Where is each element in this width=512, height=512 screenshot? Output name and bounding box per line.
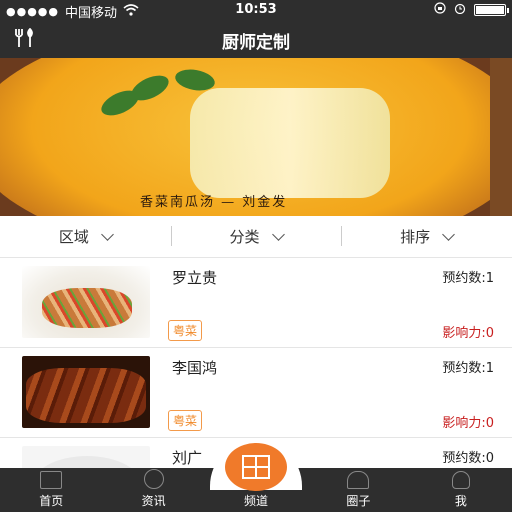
chef-name: 刘广 [172,449,203,467]
tab-circle[interactable]: 圈子 [307,468,409,512]
booking-count: 预约数:1 [442,361,494,376]
tab-label: 资讯 [141,494,166,508]
next-banner-peek [490,58,512,216]
influence-score: 影响力:0 [442,326,494,341]
filter-bar: 区域 分类 排序 [0,216,512,258]
filter-label: 排序 [400,228,431,246]
tab-label: 圈子 [346,494,371,508]
list-item[interactable]: 李国鸿 粤菜 预约数:1 影响力:0 [0,348,512,438]
banner-caption: 香菜南瓜汤 — 刘金发 [140,195,288,210]
page-title: 厨师定制 [222,33,290,53]
battery-icon [474,3,509,16]
chevron-down-icon [271,227,285,241]
tab-home[interactable]: 首页 [0,468,102,512]
tab-label: 我 [454,494,467,508]
home-icon [40,471,63,489]
tab-label: 频道 [244,494,269,508]
food-image [190,88,390,198]
list-item[interactable]: 罗立贵 粤菜 预约数:1 影响力:0 [0,258,512,348]
cuisine-tag: 粤菜 [168,320,203,341]
profile-icon [451,471,470,489]
alarm-icon [454,2,466,17]
status-right [434,2,509,17]
booking-count: 预约数:1 [442,271,494,286]
filter-region[interactable]: 区域 [0,216,171,257]
channel-grid-icon [242,455,270,479]
booking-count: 预约数:0 [442,451,494,466]
status-bar: ●●●●● 中国移动 10:53 [0,0,512,21]
chef-name: 李国鸿 [172,359,218,377]
tab-label: 首页 [39,494,64,508]
nav-bar: 厨师定制 [0,20,512,58]
chevron-down-icon [100,227,114,241]
news-icon [143,469,164,489]
filter-label: 区域 [58,228,89,246]
filter-label: 分类 [229,228,260,246]
filter-category[interactable]: 分类 [170,216,342,257]
rotation-lock-icon [434,2,446,17]
cuisine-tag: 粤菜 [168,410,203,431]
influence-score: 影响力:0 [442,416,494,431]
filter-sort[interactable]: 排序 [341,216,512,257]
chef-name: 罗立贵 [172,269,218,287]
circle-heart-icon [347,471,370,489]
featured-banner[interactable]: 香菜南瓜汤 — 刘金发 [0,58,512,216]
channel-button[interactable] [225,443,287,491]
chevron-down-icon [442,227,456,241]
dish-thumbnail [22,356,150,428]
tab-news[interactable]: 资讯 [102,468,204,512]
dish-thumbnail [22,266,150,338]
tab-me[interactable]: 我 [410,468,512,512]
